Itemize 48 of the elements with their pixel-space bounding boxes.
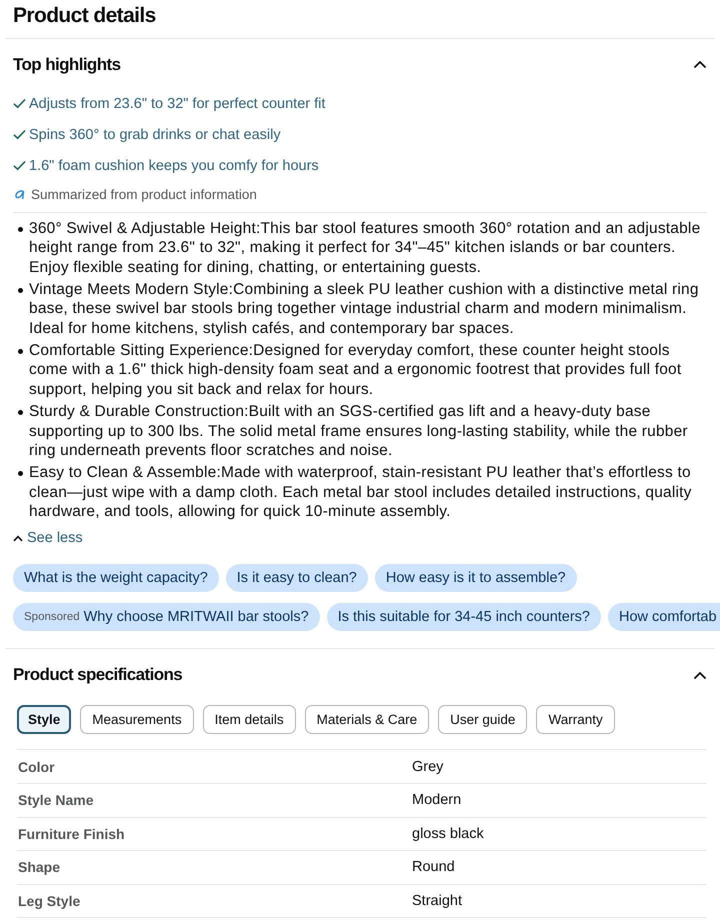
- swirl-icon: [15, 190, 25, 198]
- spec-value: gloss black: [412, 826, 484, 842]
- highlight-text: Spins 360° to grab drinks or chat easily: [29, 126, 281, 142]
- highlight-text: Adjusts from 23.6" to 32" for perfect counter fit: [29, 96, 326, 112]
- spec-value: Grey: [412, 758, 444, 775]
- summary-note: Summarized from product information: [31, 186, 257, 202]
- spec-value: Round: [412, 859, 455, 876]
- spec-tab[interactable]: Measurements: [80, 705, 194, 734]
- feature-text: Comfortable Sitting Experience:Designed for everyday comfort, these counter height stools come with a 1.6" thick high-density foam seat and a ergonomic footrest that provides full foot support, helping you sit back and relax for hours.: [29, 341, 682, 400]
- question-chip[interactable]: How comfortab: [608, 603, 720, 632]
- spec-name: Color: [17, 758, 55, 775]
- sponsored-label: Sponsored: [24, 611, 80, 624]
- spec-name: Style Name: [17, 792, 94, 808]
- spec-name: Shape: [17, 859, 60, 876]
- spec-name: Leg Style: [17, 893, 80, 910]
- bullet-dot-icon: [18, 410, 23, 415]
- spec-tab[interactable]: Item details: [202, 705, 296, 734]
- feature-text: Vintage Meets Modern Style:Combining a sleek PU leather cushion with a distinctive metal ring base, these swivel bar stools bring together vintage industrial charm and modern minimalism. Ideal for home kitchens, stylish cafés, and contemporary bar spaces.: [29, 280, 700, 338]
- section-title: Product specifications: [13, 665, 182, 686]
- check-icon: [13, 129, 26, 140]
- see-less-link[interactable]: See less: [13, 526, 83, 550]
- spec-tab[interactable]: Warranty: [536, 705, 615, 734]
- bullet-dot-icon: [18, 226, 23, 232]
- bullet-dot-icon: [18, 348, 23, 354]
- spec-tab[interactable]: Style: [17, 705, 72, 734]
- bullet-dot-icon: [18, 288, 23, 293]
- check-icon: [13, 160, 26, 171]
- spec-value: Modern: [412, 792, 462, 808]
- spec-tab[interactable]: Materials & Care: [304, 705, 430, 734]
- caret-up-icon[interactable]: [693, 670, 707, 680]
- question-chip[interactable]: How easy is it to assemble?: [374, 564, 577, 592]
- feature-text: 360° Swivel & Adjustable Height:This bar stool features smooth 360° rotation and an adjustable height range from 23.6" to 32", making it perfect for 34"–45" kitchen islands or bar counters. Enjoy flexible seating for dining, chatting, or entertaining guests.: [29, 219, 702, 277]
- spec-name: Furniture Finish: [17, 826, 125, 842]
- question-chip[interactable]: Sponsored Why choose MRITWAII bar stools?: [13, 603, 320, 632]
- spec-value: Straight: [412, 893, 462, 910]
- spec-tab[interactable]: User guide: [438, 705, 528, 734]
- bullet-dot-icon: [18, 470, 23, 476]
- check-icon: [13, 98, 26, 109]
- question-chip[interactable]: What is the weight capacity?: [13, 564, 219, 592]
- feature-text: Sturdy & Durable Construction:Built with an SGS-certified gas lift and a heavy-duty base supporting up to 300 lbs. The solid metal frame ensures long-lasting stability, while the rubber ring underneath prevents floor scratches and noise.: [29, 402, 689, 460]
- question-chip[interactable]: Is it easy to clean?: [226, 564, 368, 592]
- feature-text: Easy to Clean & Assemble:Made with waterproof, stain-resistant PU leather that’s effortless to clean—just wipe with a damp cloth. Each metal bar stool includes detailed instructions, quality hardware, and tools, allowing for quick 10-minute assembly.: [29, 463, 693, 522]
- page-title: Product details: [13, 3, 156, 29]
- highlight-text: 1.6" foam cushion keeps you comfy for hours: [29, 158, 319, 174]
- question-chip[interactable]: Is this suitable for 34-45 inch counters?: [326, 603, 601, 632]
- caret-up-icon[interactable]: [693, 60, 707, 69]
- caret-up-icon: [13, 534, 23, 542]
- section-title: Top highlights: [13, 54, 120, 74]
